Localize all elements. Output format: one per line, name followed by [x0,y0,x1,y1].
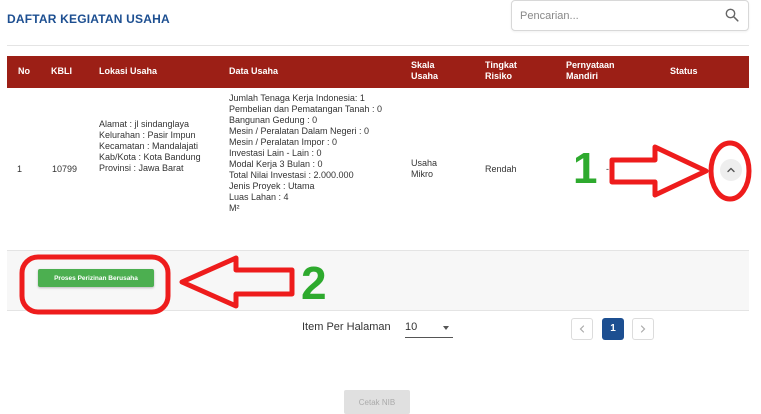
next-page-button[interactable] [632,318,654,340]
data-modal-kerja: Modal Kerja 3 Bulan : 0 [229,159,323,169]
cell-data-usaha: Jumlah Tenaga Kerja Indonesia: 1 Pembeli… [229,93,399,214]
lokasi-kabkota: Kab/Kota : Kota Bandung [99,152,201,162]
page-title: DAFTAR KEGIATAN USAHA [7,12,170,26]
col-header-no: No [18,66,30,76]
lokasi-kecamatan: Kecamatan : Mandalajati [99,141,199,151]
data-total-investasi: Total Nilai Investasi : 2.000.000 [229,170,354,180]
cell-kbli: 10799 [52,164,78,174]
data-tenaga-kerja: Jumlah Tenaga Kerja Indonesia: 1 [229,93,365,103]
caret-down-icon [443,326,449,330]
lokasi-kelurahan: Kelurahan : Pasir Impun [99,130,196,140]
annotation-label-2: 2 [301,257,327,309]
lokasi-provinsi: Provinsi : Jawa Barat [99,163,184,173]
lokasi-alamat: Alamat : jl sindanglaya [99,119,190,129]
title-divider [7,45,749,46]
data-luas-lahan: Luas Lahan : 4 [229,192,289,202]
col-header-risiko: Tingkat Risiko [485,60,517,81]
data-investasi-lain: Investasi Lain - Lain : 0 [229,148,322,158]
chevron-right-icon [640,325,646,333]
chevron-up-icon [727,167,735,173]
search-input[interactable] [520,7,720,25]
data-mesin-impor: Mesin / Peralatan Impor : 0 [229,137,338,147]
search-box[interactable] [511,0,749,31]
col-header-lokasi: Lokasi Usaha [99,66,158,76]
table-header: No KBLI Lokasi Usaha Data Usaha Skala Us… [7,56,749,88]
data-pembelian-tanah: Pembelian dan Pematangan Tanah : 0 [229,104,382,114]
cell-mandiri: - [606,164,609,174]
chevron-left-icon [579,325,585,333]
cell-risiko: Rendah [485,164,517,174]
cell-skala: Usaha Mikro [411,158,438,179]
data-bangunan: Bangunan Gedung : 0 [229,115,318,125]
items-per-page-value: 10 [405,321,418,333]
table-row: 1 10799 Alamat : jl sindanglaya Keluraha… [7,88,749,251]
col-header-skala: Skala Usaha [411,60,439,81]
items-per-page-label: Item Per Halaman [302,321,391,333]
col-header-status: Status [670,66,698,76]
annotation-label-1: 1 [573,144,598,193]
proses-perizinan-button[interactable]: Proses Perizinan Berusaha [38,269,154,287]
data-luas-unit: M² [229,203,240,213]
cetak-nib-button[interactable]: Cetak NIB [344,390,410,414]
cell-no: 1 [17,164,23,174]
items-per-page-select[interactable]: 10 [405,318,453,338]
col-header-kbli: KBLI [51,66,72,76]
prev-page-button[interactable] [571,318,593,340]
col-header-mandiri: Pernyataan Mandiri [566,60,615,81]
row-detail-panel: Proses Perizinan Berusaha [7,251,749,311]
col-header-data: Data Usaha [229,66,279,76]
expand-row-button[interactable] [720,159,742,181]
data-jenis-proyek: Jenis Proyek : Utama [229,181,315,191]
page-1-button[interactable]: 1 [602,318,624,340]
cell-lokasi: Alamat : jl sindanglaya Kelurahan : Pasi… [99,119,217,174]
search-icon[interactable] [725,8,739,22]
data-mesin-dalam-negeri: Mesin / Peralatan Dalam Negeri : 0 [229,126,370,136]
